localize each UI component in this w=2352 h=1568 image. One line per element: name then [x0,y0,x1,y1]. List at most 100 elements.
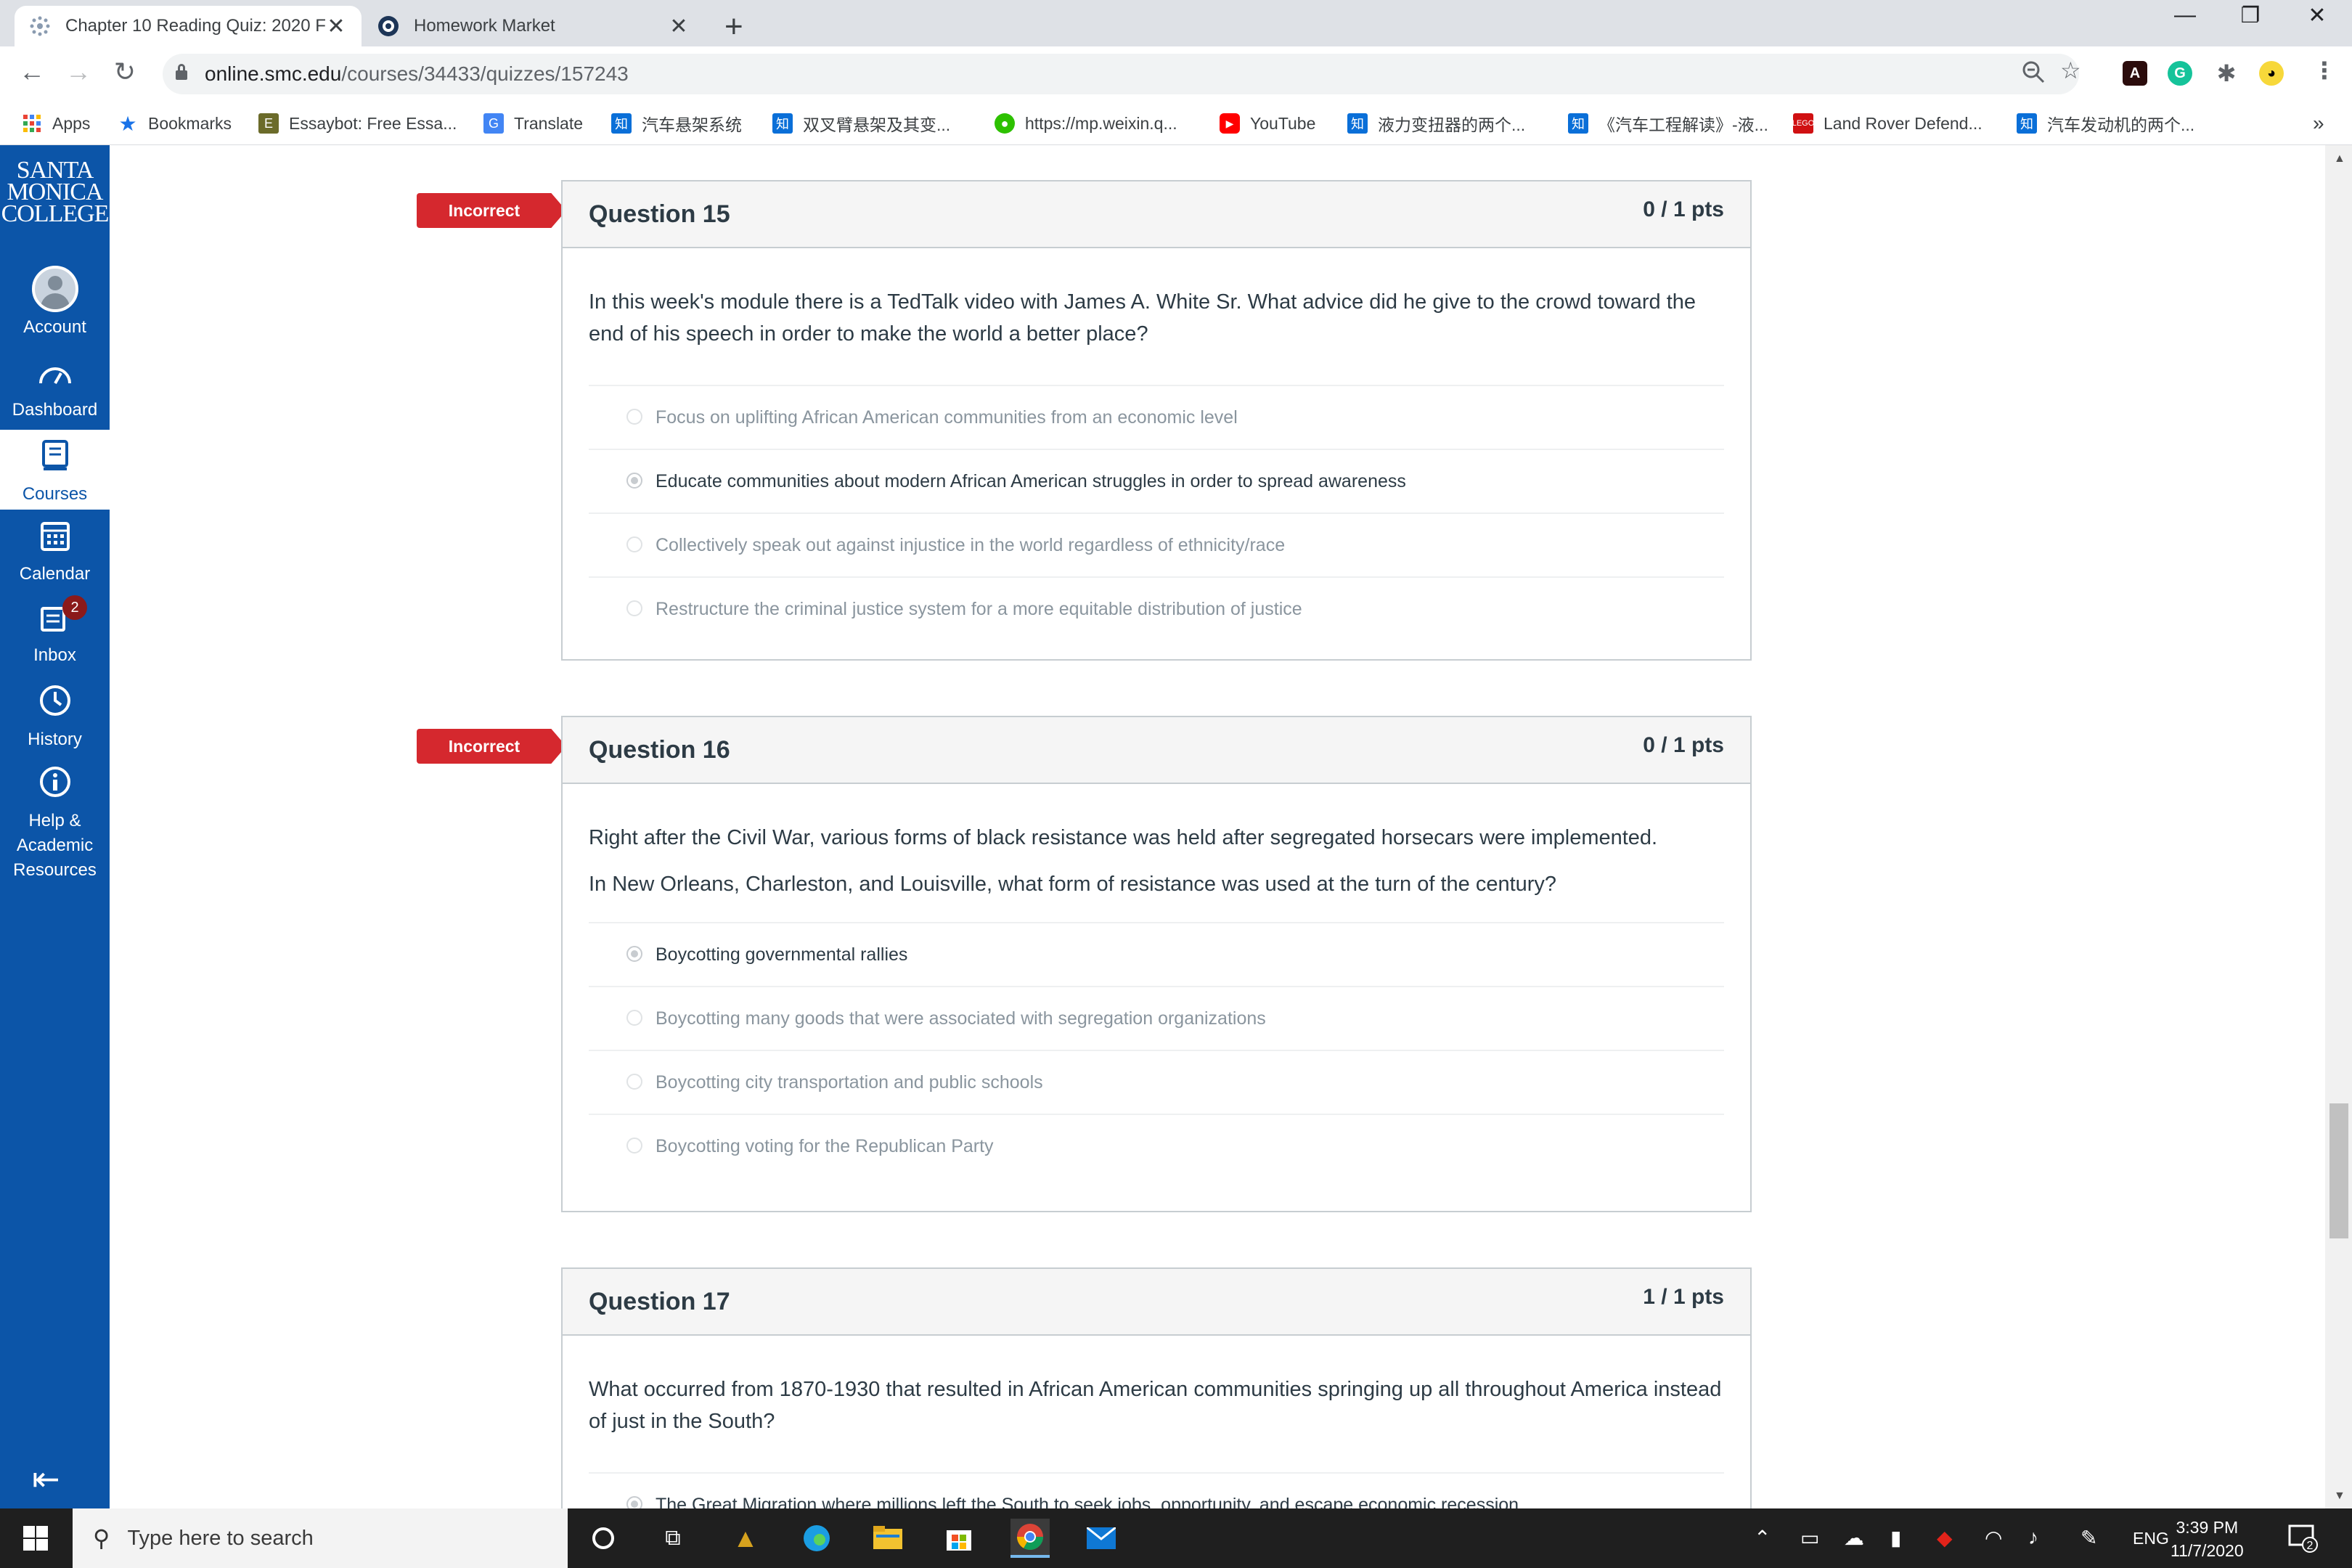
onedrive-error-icon[interactable]: ☁ [1844,1526,1864,1550]
bookmark-zhihu-3[interactable]: 知 液力变扭器的两个... [1347,112,1525,135]
radio-button [626,946,642,962]
bookmark-zhihu-5[interactable]: 知 汽车发动机的两个... [2017,112,2194,135]
bookmark-weixin[interactable]: ● https://mp.weixin.q... [995,112,1177,135]
wechat-icon: ● [995,113,1015,134]
question-title: Question 16 [589,736,730,764]
answer-option-selected: The Great Migration where millions left … [589,1472,1724,1508]
santa-monica-college-logo[interactable]: SANTA MONICA COLLEGE [0,158,110,226]
nav-calendar[interactable]: Calendar [0,520,110,595]
autodesk-app-icon[interactable]: ▲ [726,1519,765,1558]
tab-title: Chapter 10 Reading Quiz: 2020 F [65,16,325,36]
tab-close-icon[interactable]: ✕ [668,14,690,39]
search-icon: ⚲ [93,1525,110,1551]
windows-start-icon[interactable] [16,1519,55,1558]
browser-tab-strip: Chapter 10 Reading Quiz: 2020 F ✕ Homewo… [0,0,2352,46]
mail-icon[interactable] [1082,1519,1121,1558]
chrome-taskbar-icon[interactable] [1010,1519,1050,1558]
bookmark-zhihu-1[interactable]: 知 汽车悬架系统 [611,112,742,135]
action-center-notification-icon[interactable]: 2 [2287,1522,2319,1559]
nav-dashboard[interactable]: Dashboard [0,362,110,431]
bookmarks-overflow-button[interactable]: » [2313,112,2324,135]
restore-button[interactable]: ❐ [2229,3,2272,28]
bookmark-star-icon[interactable]: ☆ [2060,57,2081,84]
bookmark-bookmarks[interactable]: ★ Bookmarks [118,112,232,135]
question-text: Right after the Civil War, various forms… [589,826,1658,849]
answer-option-selected: Educate communities about modern African… [589,449,1724,513]
taskbar-clock[interactable]: 3:39 PM 11/7/2020 [2171,1516,2244,1562]
radio-button [626,536,642,552]
edge-browser-icon[interactable] [797,1519,836,1558]
bookmark-land-rover[interactable]: LEGO Land Rover Defend... [1792,112,1983,135]
zhihu-icon: 知 [611,113,632,134]
question-points: 0 / 1 pts [1643,733,1724,757]
cortana-icon[interactable] [584,1519,623,1558]
collapse-nav-icon[interactable]: ⇤ [32,1459,60,1498]
forward-arrow-icon[interactable]: → [61,57,96,87]
bookmarks-bar: Apps ★ Bookmarks E Essaybot: Free Essa..… [0,102,2352,145]
zhihu-icon: 知 [772,113,793,134]
browser-toolbar: ← → ↻ online.smc.edu/courses/34433/quizz… [0,46,2352,102]
extensions-puzzle-icon[interactable]: ✱ [2214,60,2239,86]
answer-option: Collectively speak out against injustice… [589,513,1724,576]
bookmark-youtube[interactable]: ▶ YouTube [1220,112,1315,135]
wifi-icon[interactable]: ◠ [1985,1526,2002,1550]
page-scrollbar[interactable]: ▲ ▼ [2325,145,2352,1508]
pen-workspace-icon[interactable]: ✎ [2081,1526,2097,1550]
incorrect-flag: Incorrect [417,193,566,228]
scrollbar-thumb[interactable] [2329,1103,2348,1238]
file-explorer-icon[interactable] [868,1519,907,1558]
answer-option: Focus on uplifting African American comm… [589,385,1724,449]
profile-avatar-icon[interactable]: ◕ [2259,61,2284,86]
taskbar-search-box[interactable]: ⚲ Type here to search [73,1508,568,1568]
acrobat-extension-icon[interactable]: A [2123,61,2147,86]
bookmark-translate[interactable]: G Translate [483,112,583,135]
answer-list: Boycotting governmental rallies Boycotti… [589,922,1724,1177]
bookmark-zhihu-4[interactable]: 知 《汽车工程解读》-液... [1568,112,1768,135]
question-card: Question 15 0 / 1 pts In this week's mod… [561,180,1752,661]
bookmark-essaybot[interactable]: E Essaybot: Free Essa... [258,112,457,135]
minimize-button[interactable]: — [2163,3,2207,28]
tab-quiz[interactable]: Chapter 10 Reading Quiz: 2020 F ✕ [15,6,362,46]
bookmark-apps[interactable]: Apps [22,112,90,135]
tab-close-icon[interactable]: ✕ [325,14,347,39]
grammarly-extension-icon[interactable]: G [2168,61,2192,86]
back-arrow-icon[interactable]: ← [15,57,49,87]
tab-homework-market[interactable]: Homework Market ✕ [363,6,704,46]
nav-courses[interactable]: Courses [0,430,110,510]
canvas-global-nav: SANTA MONICA COLLEGE Account Dashboard C… [0,145,110,1508]
bookmark-zhihu-2[interactable]: 知 双叉臂悬架及其变... [772,112,950,135]
nav-account[interactable]: Account [0,266,110,340]
inbox-icon [0,601,110,640]
canvas-logo-icon [29,15,51,37]
answer-option-selected: Boycotting governmental rallies [589,922,1724,986]
volume-icon[interactable]: ♪ [2028,1526,2038,1549]
battery-icon[interactable]: ▮ [1890,1526,1901,1550]
scroll-up-arrow-icon[interactable]: ▲ [2334,152,2345,166]
scroll-down-arrow-icon[interactable]: ▼ [2334,1490,2345,1503]
history-clock-icon [0,684,110,724]
vivaldi-tray-icon[interactable]: ◆ [1937,1526,1953,1550]
show-hidden-icons-chevron-icon[interactable]: ⌃ [1754,1526,1771,1550]
close-window-button[interactable]: ✕ [2295,3,2339,28]
question-text: What occurred from 1870-1930 that result… [589,1378,1722,1433]
display-icon[interactable]: ▭ [1800,1526,1819,1550]
task-view-icon[interactable]: ⧉ [653,1519,693,1558]
inbox-unread-badge: 2 [62,595,87,620]
incorrect-flag: Incorrect [417,729,566,764]
youtube-icon: ▶ [1220,113,1240,134]
apps-grid-icon [22,113,42,134]
new-tab-button[interactable]: + [724,9,743,45]
chrome-menu-icon[interactable]: ⋮ [2313,57,2336,84]
address-bar[interactable]: online.smc.edu/courses/34433/quizzes/157… [163,54,2079,94]
nav-help-academic-resources[interactable]: Help & Academic Resources [0,765,110,889]
screen: Chapter 10 Reading Quiz: 2020 F ✕ Homewo… [0,0,2352,1568]
zoom-icon[interactable] [2021,60,2046,90]
question-body: What occurred from 1870-1930 that result… [563,1336,1750,1508]
nav-history[interactable]: History [0,684,110,759]
reload-icon[interactable]: ↻ [107,57,142,87]
radio-button [626,1010,642,1026]
microsoft-store-icon[interactable] [939,1519,979,1558]
nav-inbox[interactable]: 2 Inbox [0,595,110,677]
language-indicator[interactable]: ENG [2133,1529,2169,1548]
account-avatar-icon [31,266,78,312]
